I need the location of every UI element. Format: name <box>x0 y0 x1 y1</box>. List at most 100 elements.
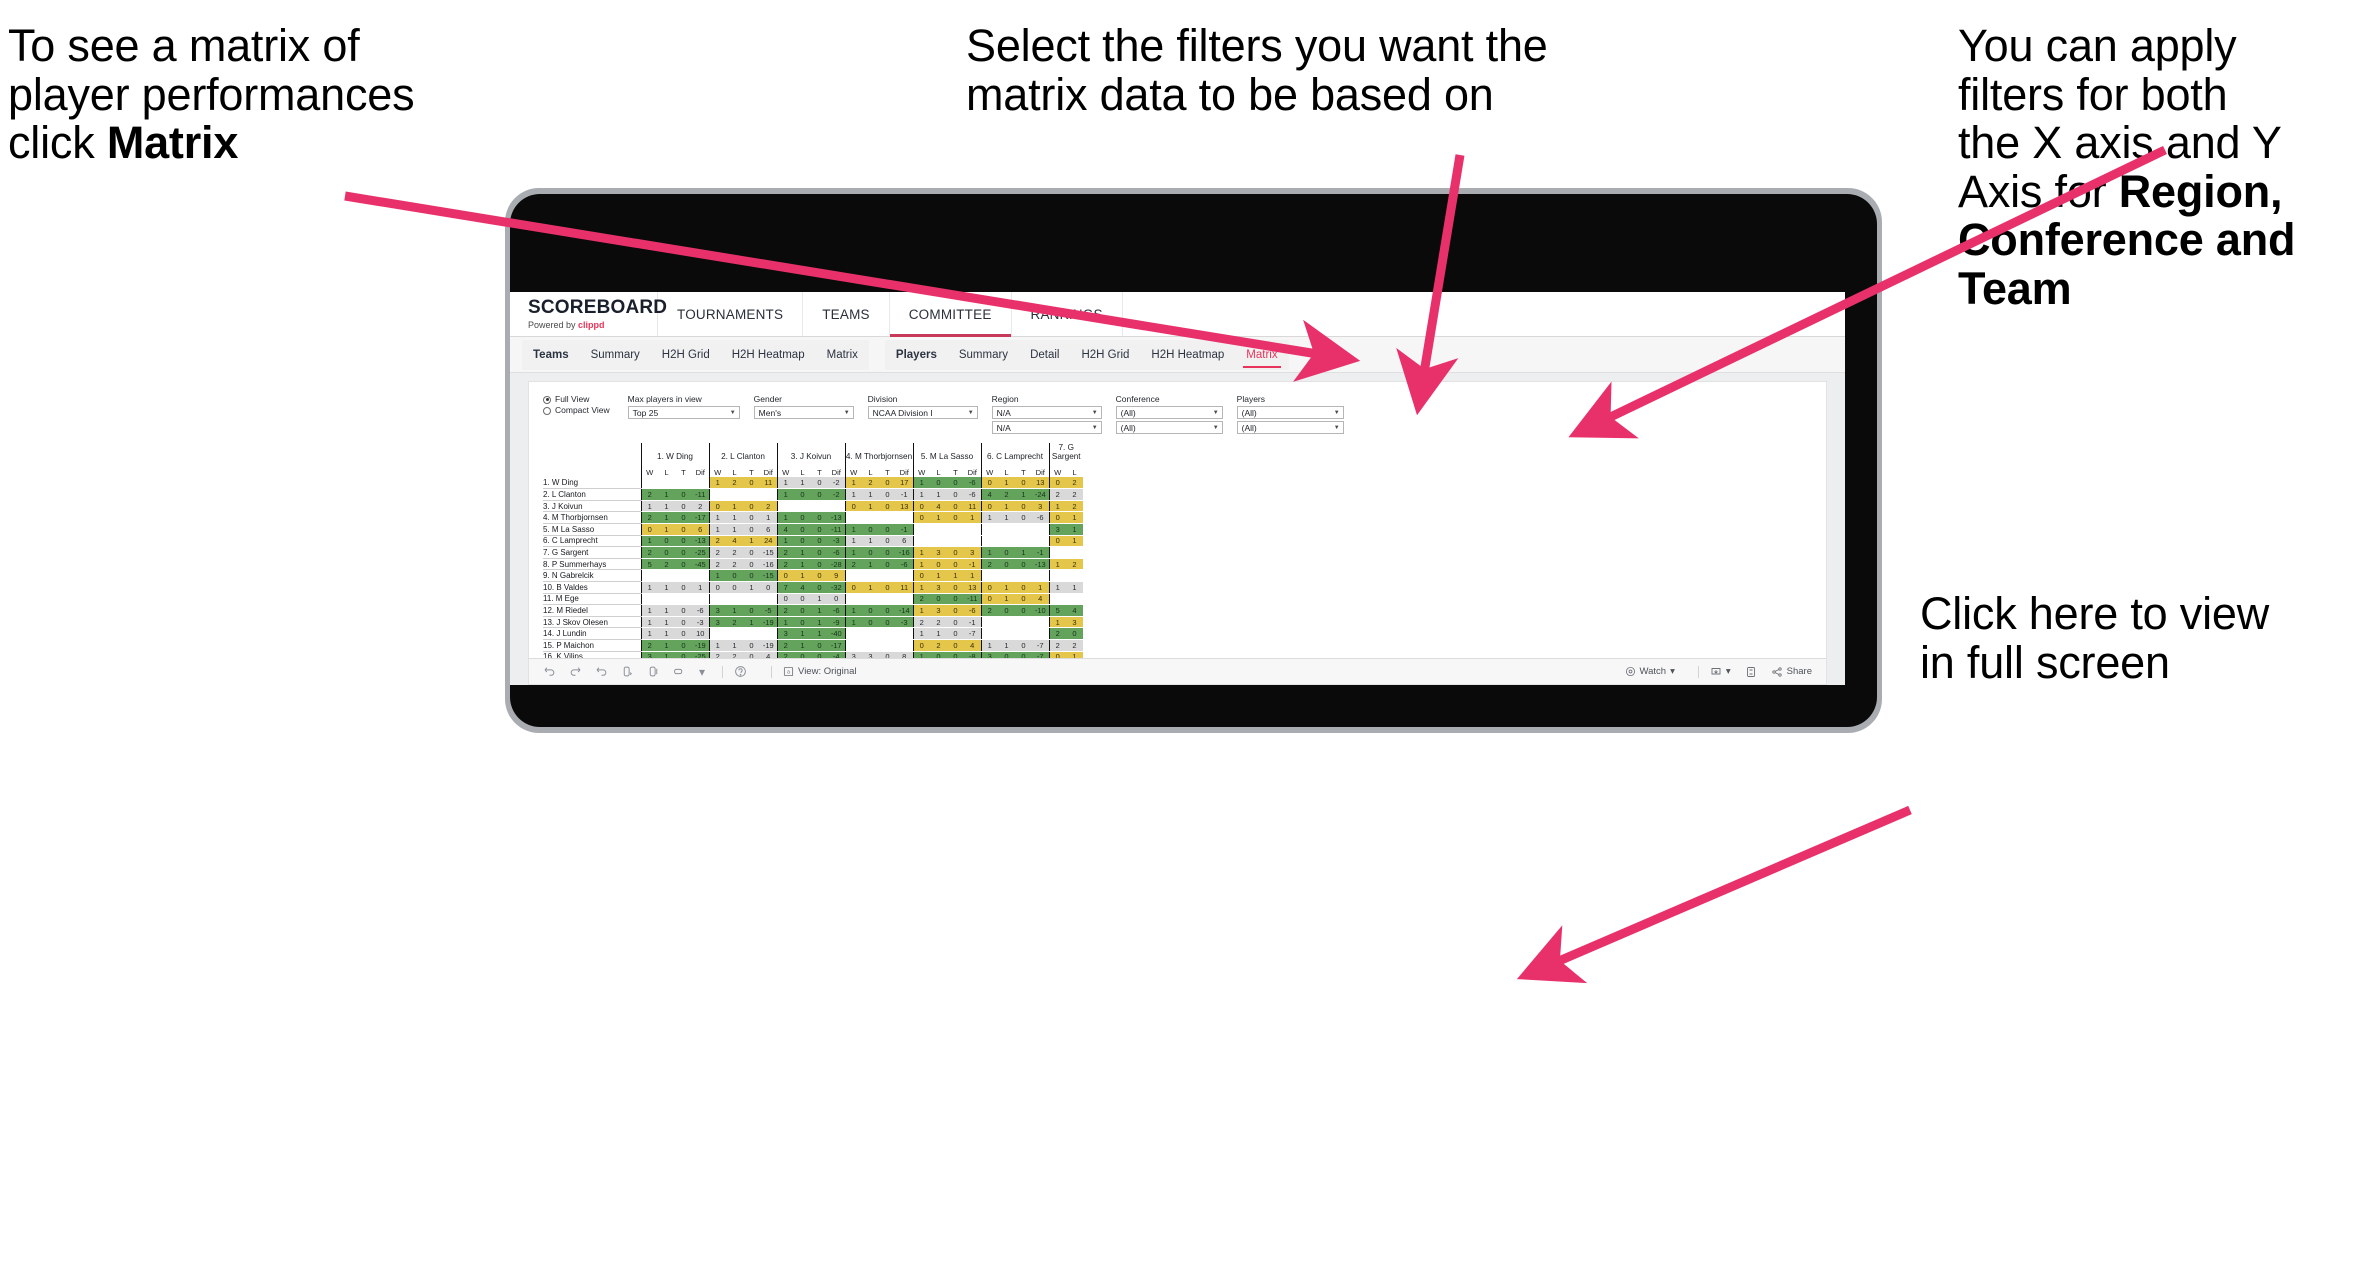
matrix-cell[interactable] <box>794 500 811 513</box>
matrix-cell[interactable] <box>828 500 845 513</box>
matrix-cell[interactable]: 0 <box>811 511 828 525</box>
matrix-cell[interactable]: 1 <box>862 558 879 571</box>
matrix-cell[interactable]: 2 <box>844 558 862 571</box>
matrix-cell[interactable] <box>980 627 998 640</box>
device-icon[interactable] <box>673 665 686 678</box>
matrix-cell[interactable]: 1 <box>844 523 862 536</box>
matrix-cell[interactable]: 0 <box>776 593 794 606</box>
matrix-cell[interactable]: 1 <box>998 500 1015 513</box>
matrix-cell[interactable]: 2 <box>726 558 743 571</box>
matrix-cell[interactable]: -7 <box>1032 639 1049 652</box>
matrix-cell[interactable]: 2 <box>1048 488 1066 501</box>
matrix-cell[interactable] <box>844 627 862 640</box>
matrix-cell[interactable]: 1 <box>1048 616 1066 629</box>
matrix-cell[interactable]: -17 <box>828 639 845 652</box>
matrix-cell[interactable] <box>1015 569 1032 583</box>
matrix-cell[interactable]: 4 <box>980 488 998 501</box>
matrix-cell[interactable]: 0 <box>675 581 692 594</box>
matrix-cell[interactable]: 0 <box>811 558 828 571</box>
matrix-cell[interactable]: 2 <box>912 593 930 606</box>
matrix-cell[interactable]: 1 <box>844 604 862 617</box>
matrix-cell[interactable] <box>692 569 709 583</box>
matrix-cell[interactable]: 2 <box>980 604 998 617</box>
matrix-cell[interactable]: 0 <box>1048 477 1066 490</box>
matrix-cell[interactable]: 0 <box>811 488 828 501</box>
matrix-cell[interactable] <box>708 488 726 501</box>
matrix-cell[interactable]: -1 <box>896 488 913 501</box>
matrix-cell[interactable]: 1 <box>930 569 947 583</box>
matrix-cell[interactable]: 0 <box>879 500 896 513</box>
matrix-cell[interactable]: 1 <box>912 604 930 617</box>
matrix-cell[interactable]: -6 <box>964 477 981 490</box>
matrix-row-label[interactable]: 6. C Lamprecht <box>543 535 641 548</box>
matrix-cell[interactable]: 1 <box>708 639 726 652</box>
matrix-cell[interactable]: 1 <box>811 627 828 640</box>
matrix-cell[interactable] <box>862 569 879 583</box>
matrix-row-label[interactable]: 9. N Gabrelcik <box>543 569 641 583</box>
matrix-cell[interactable] <box>760 593 777 606</box>
matrix-cell[interactable]: 0 <box>998 546 1015 559</box>
matrix-cell[interactable]: 0 <box>879 477 896 490</box>
matrix-cell[interactable]: 1 <box>658 500 675 513</box>
matrix-cell[interactable]: 2 <box>1048 627 1066 640</box>
matrix-cell[interactable]: 0 <box>947 500 964 513</box>
matrix-cell[interactable]: 1 <box>640 627 658 640</box>
matrix-cell[interactable] <box>692 477 709 490</box>
matrix-cell[interactable]: 0 <box>1048 535 1066 548</box>
matrix-cell[interactable]: 2 <box>760 500 777 513</box>
matrix-cell[interactable] <box>844 511 862 525</box>
matrix-cell[interactable]: 11 <box>760 477 777 490</box>
filter-region-select-y[interactable]: N/A ▼ <box>991 421 1102 435</box>
matrix-cell[interactable]: 1 <box>844 488 862 501</box>
matrix-cell[interactable] <box>1066 569 1083 583</box>
matrix-cell[interactable]: 0 <box>912 569 930 583</box>
matrix-cell[interactable]: 0 <box>862 546 879 559</box>
matrix-cell[interactable]: 0 <box>947 627 964 640</box>
matrix-cell[interactable]: 0 <box>675 546 692 559</box>
matrix-row-label[interactable]: 3. J Koivun <box>543 500 641 513</box>
matrix-cell[interactable]: 0 <box>879 604 896 617</box>
matrix-cell[interactable]: -6 <box>896 558 913 571</box>
matrix-cell[interactable]: 1 <box>776 477 794 490</box>
matrix-cell[interactable]: 2 <box>1066 488 1083 501</box>
matrix-cell[interactable]: 1 <box>1066 523 1083 536</box>
subnav-teams-summary[interactable]: Summary <box>580 340 651 370</box>
matrix-cell[interactable]: 2 <box>1048 639 1066 652</box>
matrix-cell[interactable] <box>675 477 692 490</box>
matrix-cell[interactable]: 1 <box>776 535 794 548</box>
matrix-cell[interactable]: 3 <box>1032 500 1049 513</box>
matrix-cell[interactable]: 1 <box>912 546 930 559</box>
matrix-cell[interactable]: -25 <box>692 546 709 559</box>
matrix-cell[interactable]: 1 <box>1066 581 1083 594</box>
matrix-row-label[interactable]: 4. M Thorbjornsen <box>543 511 641 525</box>
matrix-cell[interactable]: 0 <box>947 546 964 559</box>
matrix-cell[interactable] <box>811 500 828 513</box>
matrix-cell[interactable] <box>912 535 930 548</box>
matrix-cell[interactable] <box>930 535 947 548</box>
subnav-players-detail[interactable]: Detail <box>1019 340 1070 370</box>
matrix-cell[interactable]: 0 <box>980 593 998 606</box>
matrix-cell[interactable] <box>1015 523 1032 536</box>
matrix-cell[interactable]: 0 <box>675 639 692 652</box>
matrix-cell[interactable]: 1 <box>980 511 998 525</box>
matrix-cell[interactable]: 1 <box>998 477 1015 490</box>
matrix-cell[interactable]: 0 <box>743 477 760 490</box>
revert-icon[interactable] <box>595 665 608 678</box>
matrix-row-label[interactable]: 7. G Sargent <box>543 546 641 559</box>
matrix-cell[interactable] <box>998 535 1015 548</box>
matrix-cell[interactable]: 2 <box>776 639 794 652</box>
matrix-cell[interactable]: 0 <box>675 627 692 640</box>
matrix-cell[interactable]: 0 <box>879 535 896 548</box>
matrix-cell[interactable]: 0 <box>811 569 828 583</box>
matrix-cell[interactable]: 1 <box>1015 546 1032 559</box>
matrix-cell[interactable]: 0 <box>844 581 862 594</box>
matrix-cell[interactable]: 1 <box>743 581 760 594</box>
matrix-cell[interactable]: 1 <box>708 523 726 536</box>
matrix-cell[interactable]: 0 <box>675 500 692 513</box>
matrix-cell[interactable] <box>726 593 743 606</box>
matrix-cell[interactable]: 0 <box>844 500 862 513</box>
matrix-cell[interactable]: 1 <box>998 581 1015 594</box>
matrix-cell[interactable]: 0 <box>1015 477 1032 490</box>
filter-max-players-select[interactable]: Top 25 ▼ <box>627 406 740 420</box>
subnav-players-matrix[interactable]: Matrix <box>1235 340 1288 370</box>
